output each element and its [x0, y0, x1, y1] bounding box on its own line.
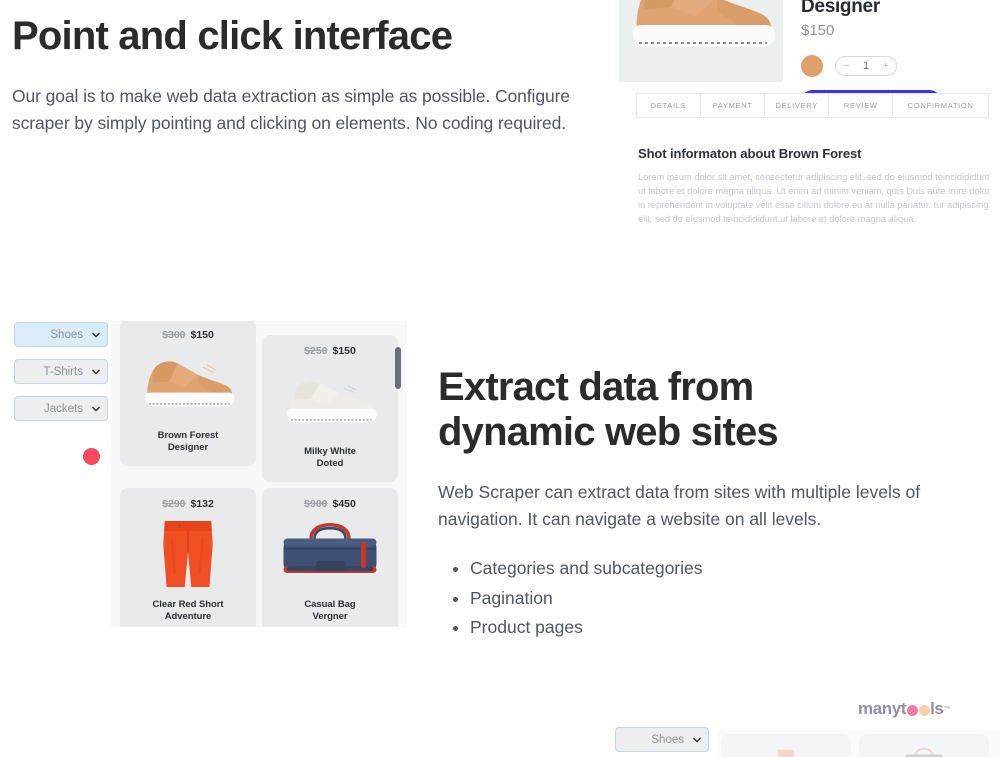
- product-name-line1: Clear Red Short: [152, 598, 224, 610]
- category-filter-list: Shoes T-Shirts Jackets: [14, 322, 110, 433]
- section2-body: Web Scraper can extract data from sites …: [438, 481, 921, 529]
- tab-details[interactable]: DETAILS: [637, 94, 702, 117]
- product-price-new: $150: [332, 345, 356, 357]
- checkout-steps-tabs: DETAILS PAYMENT DELIVERY REVIEW CONFIRMA…: [636, 93, 989, 118]
- product-name: Milky White Doted: [304, 446, 356, 470]
- red-shorts-icon: [777, 749, 795, 757]
- section2-title: Extract data from dynamic web sites: [438, 365, 994, 455]
- shot-information-block: Shot informaton about Brown Forest Lorem…: [638, 146, 990, 227]
- product-grid: $300 $150 Brown Forest Designer $250 $15…: [111, 321, 407, 627]
- product-name-line1: Casual Bag: [304, 598, 356, 610]
- page-title: Point and click interface: [12, 14, 453, 58]
- white-sneaker-icon: [287, 381, 377, 423]
- duffel-bag-icon: [283, 523, 377, 574]
- brand-dot-left: [906, 704, 918, 716]
- product-price-old: $300: [162, 329, 186, 341]
- product-grid-inner: $300 $150 Brown Forest Designer $250 $15…: [111, 321, 407, 627]
- section1-text-block: Point and click interface Our goal is to…: [12, 14, 592, 137]
- section2-title-line1: Extract data from: [438, 365, 754, 409]
- shot-information-body: Lorem ipsum dolor sit amet, consectetur …: [638, 172, 990, 225]
- next-section-product-grid-preview: [717, 730, 1000, 757]
- product-price-new: $150: [190, 329, 214, 341]
- section2-title-line2: dynamic web sites: [438, 409, 779, 454]
- product-name-line1: Brown Forest: [157, 429, 219, 441]
- tab-payment[interactable]: PAYMENT: [701, 94, 766, 117]
- product-price-line: $250 $150: [304, 345, 356, 357]
- list-item: Categories and subcategories: [470, 555, 994, 582]
- tab-confirmation[interactable]: CONFIRMATION: [893, 94, 988, 117]
- list-item: Product pages: [470, 614, 994, 641]
- preview-card: [859, 734, 989, 757]
- product-price-old: $250: [304, 345, 328, 357]
- color-swatch[interactable]: [801, 55, 823, 77]
- brand-dot-right: [918, 704, 930, 716]
- chevron-down-icon: [92, 406, 100, 411]
- dropdown-jackets-label: Jackets: [44, 402, 83, 415]
- product-name-line2: Adventure: [164, 610, 212, 622]
- product-name-line2: Designer: [167, 441, 209, 453]
- product-detail-title: Brown Forest Designer: [801, 0, 880, 17]
- preview-card: [721, 734, 851, 757]
- brand-text-t: t: [900, 699, 907, 718]
- next-section-dropdown-shoes[interactable]: Shoes: [615, 727, 709, 752]
- duffel-bag-icon: [904, 748, 944, 757]
- chevron-down-icon: [693, 737, 701, 742]
- vertical-scrollbar[interactable]: [395, 347, 401, 389]
- quantity-value: 1: [862, 60, 870, 72]
- quantity-decrement-button[interactable]: −: [843, 60, 849, 72]
- product-detail-image: [619, 0, 783, 82]
- product-card[interactable]: $250 $150 Milky White Doted: [262, 335, 398, 482]
- page-root: Point and click interface Our goal is to…: [0, 0, 1000, 757]
- product-card[interactable]: $300 $150 Brown Forest Designer: [120, 321, 256, 466]
- product-image: [268, 357, 392, 446]
- chevron-down-icon: [92, 332, 100, 337]
- quantity-stepper[interactable]: − 1 +: [835, 56, 897, 76]
- section2-bullet-list: Categories and subcategories Pagination …: [438, 555, 994, 641]
- dropdown-shoes[interactable]: Shoes: [14, 322, 108, 347]
- product-price-line: $900 $450: [304, 498, 356, 510]
- dropdown-tshirts[interactable]: T-Shirts: [14, 359, 108, 384]
- tab-delivery[interactable]: DELIVERY: [765, 94, 830, 117]
- product-price-new: $132: [190, 498, 214, 510]
- product-price-old: $900: [304, 498, 328, 510]
- product-price-new: $450: [332, 498, 356, 510]
- brand-text-ls: ls: [930, 699, 944, 718]
- section1-body: Our goal is to make web data extraction …: [12, 85, 570, 134]
- shot-information-title: Shot informaton about Brown Forest: [638, 146, 862, 161]
- section2-text-block: Extract data from dynamic web sites Web …: [438, 365, 994, 644]
- tab-review[interactable]: REVIEW: [829, 94, 894, 117]
- list-item: Pagination: [470, 585, 994, 612]
- brown-sneaker-illustration: [633, 0, 775, 48]
- product-name: Clear Red Short Adventure: [152, 599, 223, 623]
- product-card[interactable]: $290 $132 Clear Red Short Adventure: [120, 488, 256, 627]
- dropdown-tshirts-label: T-Shirts: [43, 365, 83, 378]
- red-shorts-icon: [163, 521, 213, 588]
- cursor-indicator: [83, 448, 100, 465]
- product-card[interactable]: $900 $450 Casual Bag Vergner: [262, 488, 398, 627]
- product-price-line: $290 $132: [162, 498, 214, 510]
- quantity-increment-button[interactable]: +: [883, 60, 889, 72]
- product-name-line2: Vergner: [312, 610, 348, 622]
- product-price-line: $300 $150: [162, 329, 214, 341]
- product-image: [126, 341, 250, 430]
- chevron-down-icon: [92, 369, 100, 374]
- brand-trademark: ™: [943, 705, 951, 713]
- next-section-dropdown-label: Shoes: [651, 733, 684, 746]
- dropdown-shoes-label: Shoes: [50, 328, 83, 341]
- dropdown-jackets[interactable]: Jackets: [14, 396, 108, 421]
- brand-logo: many t ls ™: [858, 699, 950, 719]
- product-detail-price: $150: [801, 22, 835, 39]
- product-price-old: $290: [162, 498, 186, 510]
- brand-text-many: many: [858, 699, 901, 718]
- product-name-line2: Doted: [316, 457, 344, 469]
- brown-sneaker-icon: [145, 361, 235, 407]
- product-image: [268, 510, 392, 599]
- product-name-line1: Milky White: [304, 445, 356, 457]
- product-image: [126, 510, 250, 599]
- product-name: Casual Bag Vergner: [304, 599, 355, 623]
- product-buy-row: − 1 +: [801, 55, 991, 77]
- product-name: Brown Forest Designer: [158, 430, 219, 454]
